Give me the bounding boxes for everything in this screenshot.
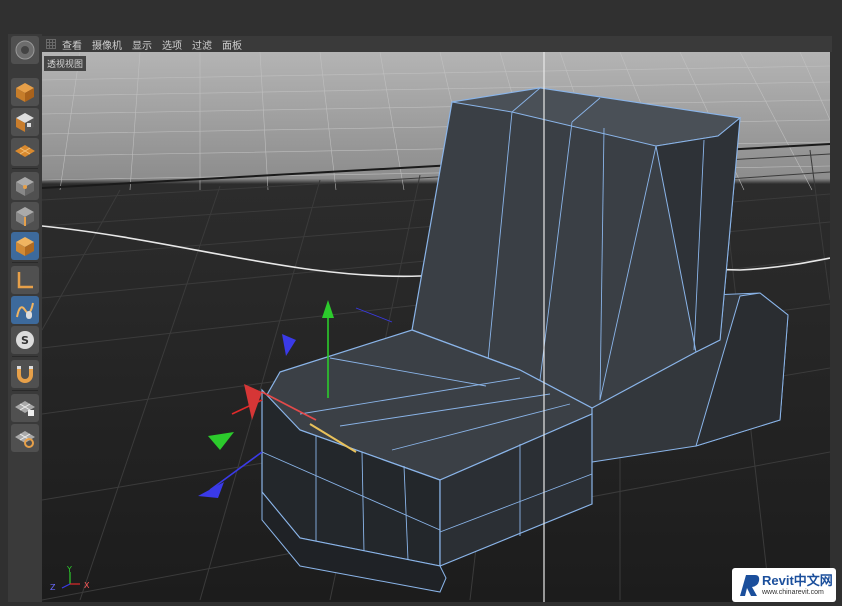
viewport-label: 透视视图 bbox=[44, 56, 87, 71]
axis-z-label: Z bbox=[50, 583, 56, 592]
menu-options[interactable]: 选项 bbox=[162, 37, 182, 52]
axis-mode-tool[interactable] bbox=[11, 266, 39, 294]
menu-logo-button[interactable] bbox=[11, 36, 39, 64]
watermark-logo: Revit中文网 www.chinarevit.com bbox=[732, 568, 836, 602]
menu-view[interactable]: 查看 bbox=[62, 37, 82, 52]
menubar-grip-icon[interactable] bbox=[46, 39, 56, 49]
workplane-tool[interactable] bbox=[11, 424, 39, 452]
watermark-text: Revit中文网 www.chinarevit.com bbox=[762, 572, 833, 597]
cube-tool[interactable] bbox=[11, 78, 39, 106]
tool-palette: S bbox=[8, 34, 42, 602]
magnet-icon bbox=[17, 366, 33, 383]
axis-x-label: X bbox=[84, 581, 90, 590]
points-mode-icon bbox=[16, 177, 34, 196]
menu-filter[interactable]: 过滤 bbox=[192, 37, 212, 52]
menu-display[interactable]: 显示 bbox=[132, 37, 152, 52]
svg-text:S: S bbox=[21, 334, 29, 347]
menu-panel[interactable]: 面板 bbox=[222, 37, 242, 52]
workplane-icon bbox=[15, 431, 35, 448]
app-logo-icon bbox=[15, 40, 35, 60]
axis-mode-icon bbox=[17, 272, 33, 289]
checker-cube-icon bbox=[16, 113, 34, 132]
magnet-tool[interactable] bbox=[11, 360, 39, 388]
snap-tool[interactable]: S bbox=[11, 326, 39, 354]
watermark-url: www.chinarevit.com bbox=[762, 588, 824, 596]
points-mode-tool[interactable] bbox=[11, 172, 39, 200]
scene-canvas[interactable]: Y Z X bbox=[42, 52, 830, 602]
edges-mode-tool[interactable] bbox=[11, 202, 39, 230]
edges-mode-icon bbox=[16, 207, 34, 226]
tweak-mode-tool[interactable] bbox=[11, 296, 39, 324]
checker-plane-tool[interactable] bbox=[11, 138, 39, 166]
menu-camera[interactable]: 摄像机 bbox=[92, 37, 122, 52]
polygons-mode-icon bbox=[16, 237, 34, 256]
workplane-lock-icon bbox=[15, 401, 35, 416]
watermark-brand: Revit中文网 bbox=[762, 572, 833, 588]
axis-y-label: Y bbox=[66, 565, 72, 574]
polygons-mode-tool[interactable] bbox=[11, 232, 39, 260]
checker-cube-tool[interactable] bbox=[11, 108, 39, 136]
tweak-mode-icon bbox=[16, 302, 34, 319]
checker-plane-icon bbox=[15, 145, 35, 157]
perspective-viewport[interactable]: Y Z X bbox=[42, 52, 830, 602]
viewport-menubar: 查看 摄像机 显示 选项 过滤 面板 bbox=[42, 36, 832, 52]
revit-logo-icon bbox=[740, 575, 760, 596]
snap-icon: S bbox=[16, 331, 34, 349]
cube-icon bbox=[16, 83, 34, 102]
workplane-lock-tool[interactable] bbox=[11, 394, 39, 422]
